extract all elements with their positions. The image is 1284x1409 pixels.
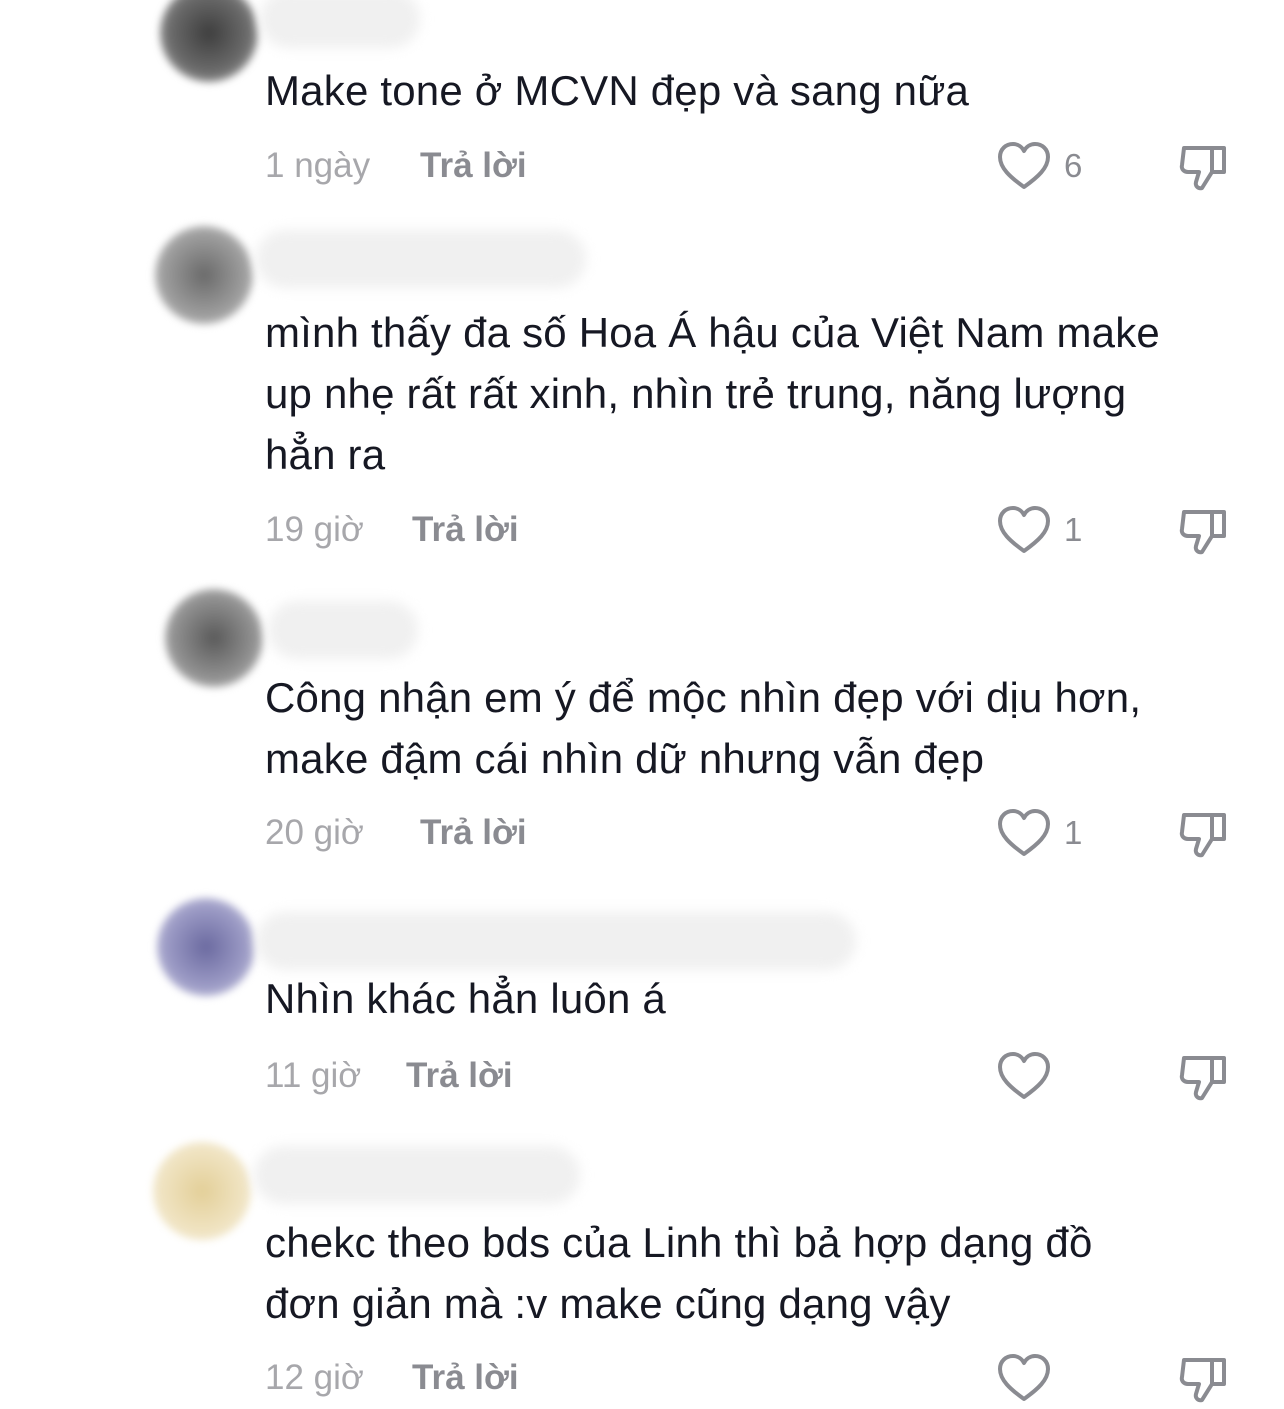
username[interactable] [256, 912, 856, 970]
comment-text: Nhìn khác hẳn luôn á [265, 975, 666, 1022]
thumbs-down-icon[interactable] [1176, 805, 1232, 861]
comment-actions: 20 giờ Trả lời 1 [0, 803, 1284, 863]
comment-text: chekc theo bds của Linh thì bả hợp dạng … [265, 1219, 1093, 1327]
comment-text: Make tone ở MCVN đẹp và sang nữa [265, 67, 970, 114]
heart-icon[interactable] [996, 1050, 1052, 1102]
username[interactable] [256, 230, 586, 288]
comment-actions: 19 giờ Trả lời 1 [0, 500, 1284, 560]
avatar[interactable] [165, 589, 263, 687]
like-count: 1 [1064, 511, 1083, 548]
username[interactable] [268, 601, 418, 659]
avatar[interactable] [155, 226, 253, 324]
heart-icon[interactable] [996, 140, 1052, 192]
comment-timestamp: 12 giờ [265, 1358, 364, 1397]
comment-actions: 12 giờ Trả lời [0, 1348, 1284, 1408]
comment-actions: 1 ngày Trả lời 6 [0, 136, 1284, 196]
thumbs-down-icon[interactable] [1176, 1350, 1232, 1406]
reply-button[interactable]: Trả lời [412, 1348, 519, 1408]
like-count: 1 [1064, 814, 1083, 851]
comment-text: mình thấy đa số Hoa Á hậu của Việt Nam m… [265, 309, 1160, 478]
comment-timestamp: 19 giờ [265, 510, 364, 549]
username[interactable] [260, 0, 420, 48]
heart-icon[interactable] [996, 807, 1052, 859]
thumbs-down-icon[interactable] [1176, 502, 1232, 558]
avatar[interactable] [160, 0, 258, 82]
like-count: 6 [1064, 147, 1083, 184]
heart-icon[interactable] [996, 504, 1052, 556]
comment-timestamp: 1 ngày [265, 146, 371, 185]
avatar[interactable] [153, 1142, 251, 1240]
reply-button[interactable]: Trả lời [420, 803, 527, 863]
username[interactable] [254, 1146, 580, 1204]
comment-text: Công nhận em ý để mộc nhìn đẹp với dịu h… [265, 674, 1142, 782]
heart-icon[interactable] [996, 1352, 1052, 1404]
comment-timestamp: 11 giờ [265, 1056, 362, 1095]
comment-timestamp: 20 giờ [265, 813, 364, 852]
reply-button[interactable]: Trả lời [412, 500, 519, 560]
reply-button[interactable]: Trả lời [406, 1046, 513, 1106]
comment-actions: 11 giờ Trả lời [0, 1046, 1284, 1106]
thumbs-down-icon[interactable] [1176, 1048, 1232, 1104]
thumbs-down-icon[interactable] [1176, 138, 1232, 194]
avatar[interactable] [157, 898, 255, 996]
reply-button[interactable]: Trả lời [420, 136, 527, 196]
